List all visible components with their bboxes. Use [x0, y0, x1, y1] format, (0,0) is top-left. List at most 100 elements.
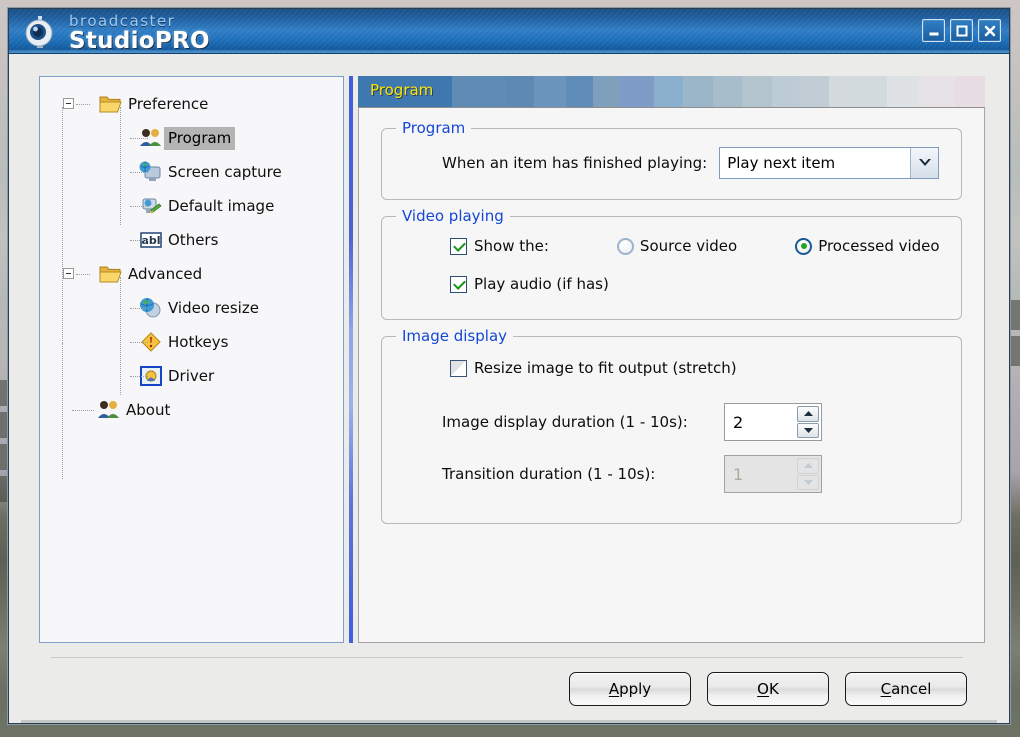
tree-item-program[interactable]: Program	[46, 121, 337, 155]
processed-video-radio-group[interactable]: Processed video	[795, 237, 940, 255]
tree-connector	[130, 172, 148, 173]
panes-container: Preference Program Screen capture Defaul…	[21, 66, 997, 643]
tab-strip: Program	[358, 76, 985, 107]
play-audio-row: Play audio (if has)	[396, 275, 947, 293]
title-bar[interactable]: broadcaster StudioPRO	[9, 9, 1009, 54]
spinner-down-button[interactable]	[797, 422, 819, 438]
maximize-icon	[956, 25, 967, 36]
tree-item-label: Default image	[168, 196, 275, 215]
dialog-button-row: Apply OK Cancel	[41, 672, 973, 706]
group-program-label: Program	[396, 119, 472, 137]
tree-connector	[130, 138, 148, 139]
client-area: Preference Program Screen capture Defaul…	[9, 54, 1009, 723]
ok-accel: O	[757, 680, 769, 698]
chevron-down-icon	[803, 427, 813, 433]
apply-button[interactable]: Apply	[569, 672, 691, 706]
finished-playing-combobox[interactable]: Play next item	[719, 147, 940, 179]
display-duration-row: Image display duration (1 - 10s): 2	[396, 403, 947, 441]
tree-item-video-resize[interactable]: Video resize	[46, 291, 337, 325]
tab-program[interactable]: Program	[358, 76, 448, 107]
tab-strip-background	[358, 76, 985, 107]
display-duration-value: 2	[733, 412, 744, 432]
chevron-up-icon	[803, 463, 813, 469]
footer-separator	[51, 657, 963, 658]
close-icon	[984, 25, 995, 36]
tree-item-default-image[interactable]: Default image	[46, 189, 337, 223]
show-the-label: Show the:	[474, 237, 549, 255]
tree-item-label: Hotkeys	[168, 332, 229, 351]
tree-connector	[130, 376, 148, 377]
source-video-radio[interactable]	[616, 237, 634, 255]
tree-item-label: About	[126, 400, 171, 419]
tree-expander-collapse-icon[interactable]	[63, 268, 74, 279]
ok-label: K	[768, 680, 779, 698]
tree-connector	[130, 240, 148, 241]
tree-item-screen-capture[interactable]: Screen capture	[46, 155, 337, 189]
transition-duration-row: Transition duration (1 - 10s): 1	[396, 455, 947, 493]
spinner-up-button	[797, 458, 819, 474]
tree-connector	[130, 342, 148, 343]
tree-expander-collapse-icon[interactable]	[63, 98, 74, 109]
tree-connector	[76, 274, 90, 275]
resize-stretch-label: Resize image to fit output (stretch)	[474, 359, 737, 377]
tree-connector	[76, 104, 90, 105]
show-the-checkbox[interactable]	[450, 237, 467, 255]
tree-item-label: Preference	[128, 94, 209, 113]
tree-item-about[interactable]: About	[46, 393, 337, 427]
processed-video-radio[interactable]	[795, 237, 813, 255]
spinner-down-button	[797, 474, 819, 490]
tree-item-label: Screen capture	[168, 162, 282, 181]
tree-item-preference[interactable]: Preference	[46, 87, 337, 121]
tree-connector	[130, 308, 148, 309]
maximize-button[interactable]	[950, 19, 973, 42]
cancel-button[interactable]: Cancel	[845, 672, 967, 706]
combobox-value: Play next item	[727, 154, 836, 172]
play-audio-label: Play audio (if has)	[474, 275, 609, 293]
tree-item-hotkeys[interactable]: Hotkeys	[46, 325, 337, 359]
tree-item-advanced[interactable]: Advanced	[46, 257, 337, 291]
tree-connector	[130, 206, 148, 207]
tree-connector	[72, 410, 94, 411]
pane-splitter[interactable]	[344, 76, 358, 643]
tree-item-label: Video resize	[168, 298, 259, 317]
users-icon	[98, 401, 119, 418]
minimize-icon	[929, 32, 938, 35]
navigation-tree-panel: Preference Program Screen capture Defaul…	[39, 76, 344, 643]
group-image-display-label: Image display	[396, 327, 514, 345]
settings-pane: Program Program When an item has finishe…	[358, 76, 985, 643]
tree-item-label: Driver	[168, 366, 215, 385]
play-audio-checkbox[interactable]	[450, 275, 467, 293]
minimize-button[interactable]	[922, 19, 945, 42]
source-video-label: Source video	[639, 237, 738, 255]
brand-top-label: broadcaster	[69, 11, 176, 30]
display-duration-spinner[interactable]: 2	[724, 403, 822, 441]
group-video-playing: Video playing Show the: Source video Pro…	[381, 207, 962, 320]
brand-text: broadcaster StudioPRO	[69, 12, 210, 53]
display-duration-spin-buttons	[795, 404, 821, 440]
ok-button[interactable]: OK	[707, 672, 829, 706]
combobox-arrow-button[interactable]	[910, 148, 939, 178]
apply-accel: A	[608, 680, 620, 698]
resize-stretch-row: Resize image to fit output (stretch)	[396, 359, 947, 377]
group-program: Program When an item has finished playin…	[381, 119, 962, 200]
source-video-radio-group[interactable]: Source video	[616, 237, 738, 255]
tree-item-label: Program	[164, 126, 236, 150]
spinner-up-button[interactable]	[797, 406, 819, 422]
chevron-down-icon	[918, 159, 931, 166]
window-bottom-edge	[21, 720, 997, 723]
apply-label: pply	[619, 680, 652, 698]
group-image-display: Image display Resize image to fit output…	[381, 327, 962, 524]
close-button[interactable]	[978, 19, 1001, 42]
tab-panel-program: Program When an item has finished playin…	[358, 107, 985, 643]
tree-item-label: Advanced	[128, 264, 203, 283]
splitter-bar[interactable]	[349, 76, 353, 643]
webcam-icon	[25, 16, 53, 53]
tree-item-others[interactable]: abl Others	[46, 223, 337, 257]
processed-video-label: Processed video	[818, 237, 940, 255]
resize-stretch-checkbox[interactable]	[450, 359, 467, 377]
transition-duration-value: 1	[733, 464, 744, 484]
show-the-row: Show the: Source video Processed video	[396, 237, 947, 255]
window-controls	[922, 19, 1001, 42]
tree-item-driver[interactable]: Driver	[46, 359, 337, 393]
cancel-label: ancel	[891, 680, 932, 698]
